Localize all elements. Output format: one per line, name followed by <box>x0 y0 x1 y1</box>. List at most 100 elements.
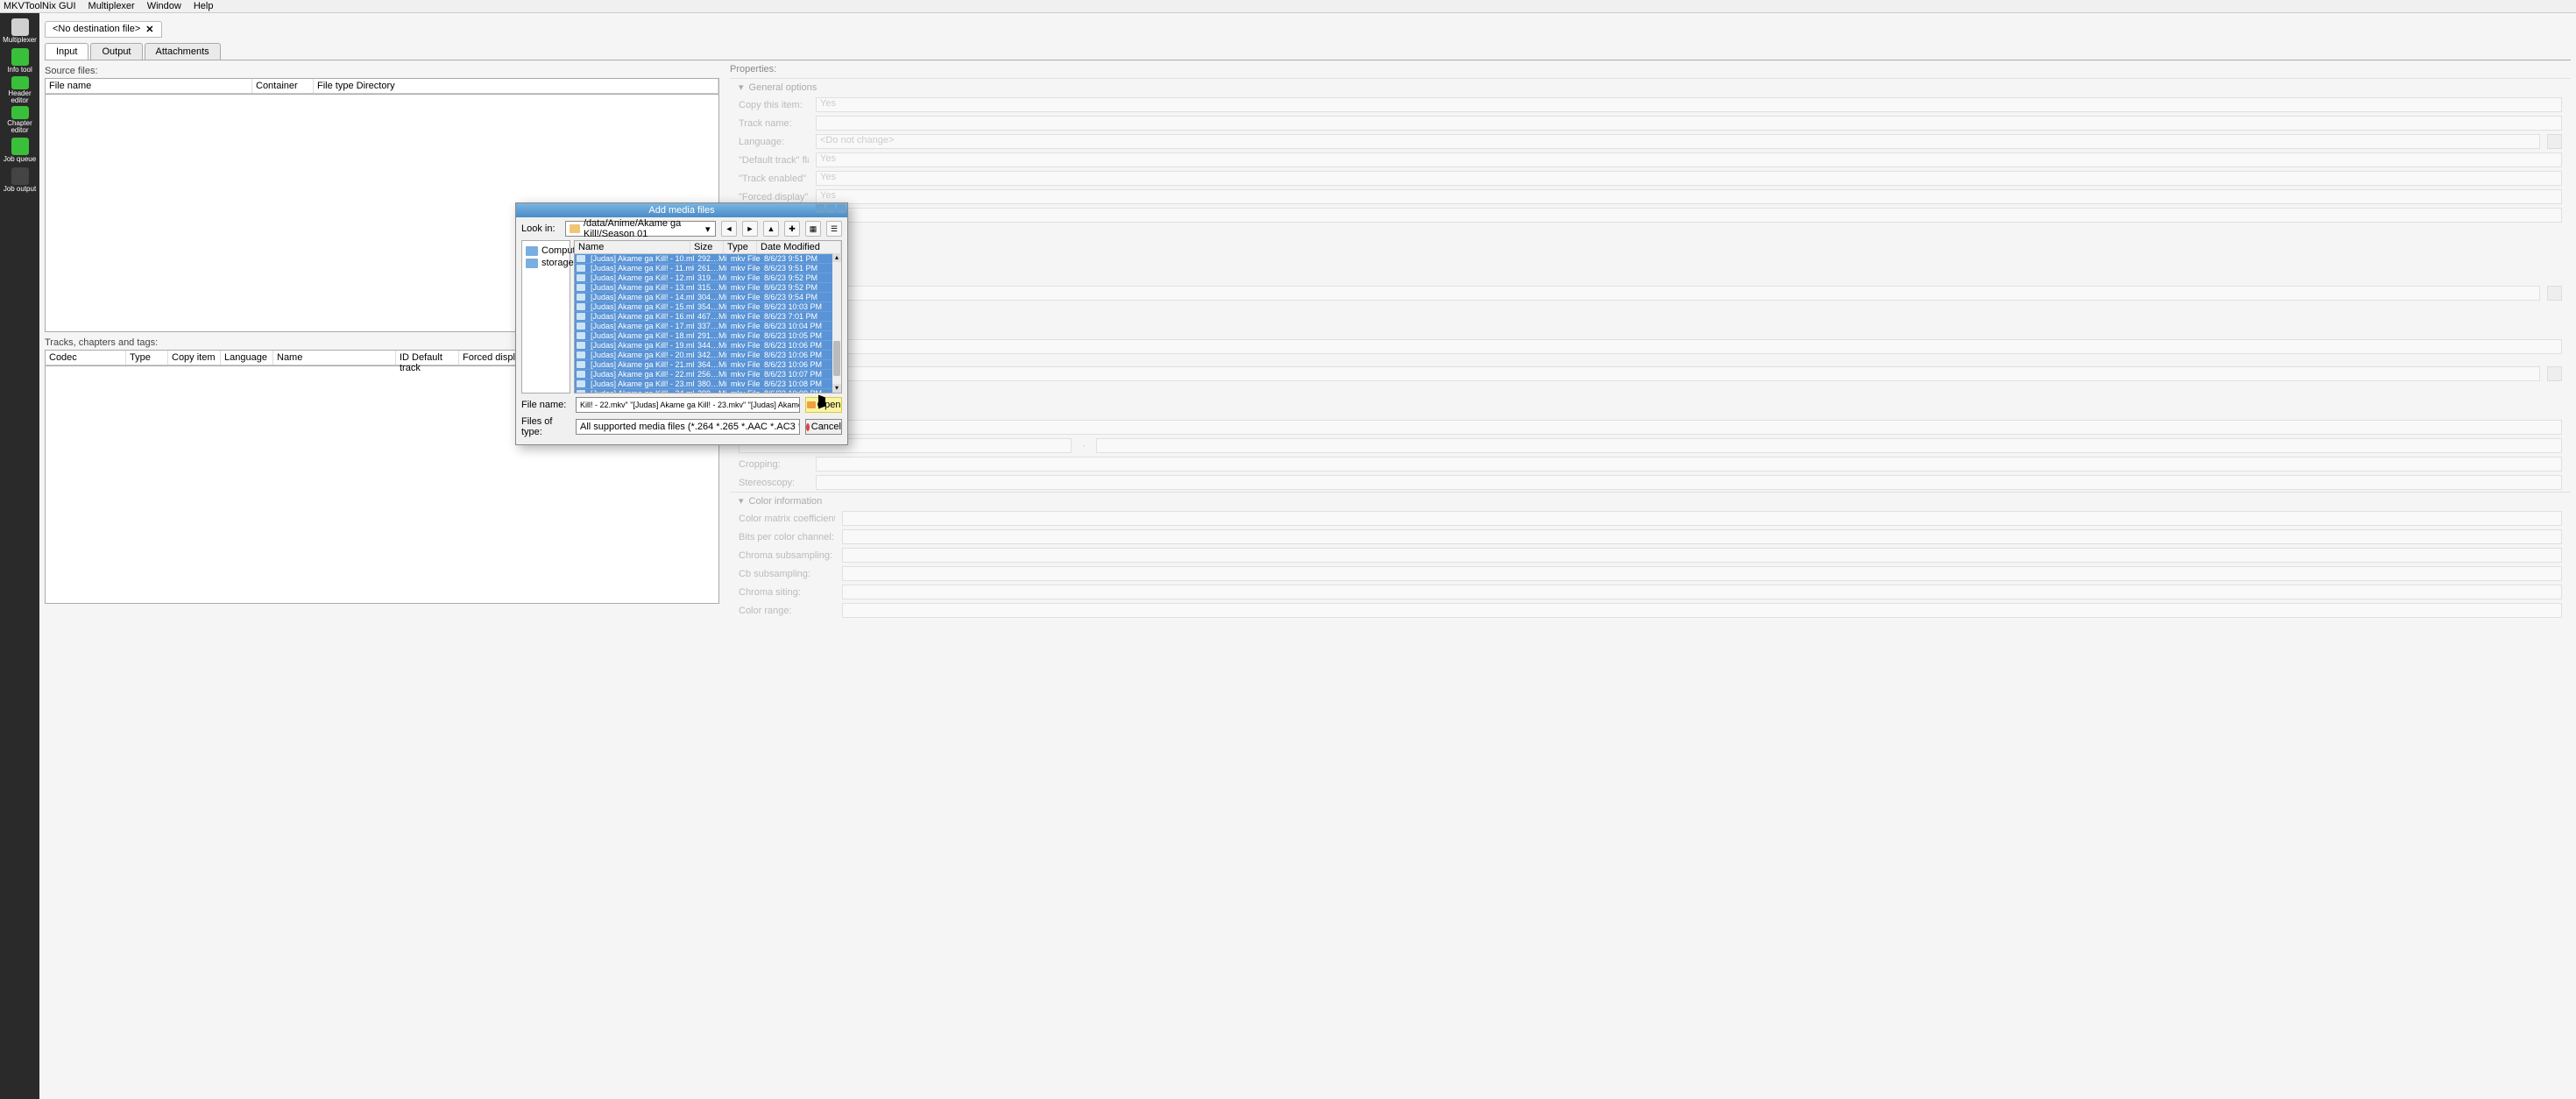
file-row[interactable]: [Judas] Akame ga Kill! - 18.mkv291…MiBmk… <box>575 331 841 341</box>
accordion-general[interactable]: ▾General options <box>730 78 2571 96</box>
close-icon[interactable] <box>837 204 846 213</box>
input-auto[interactable] <box>739 286 2540 301</box>
cancel-button[interactable]: Cancel <box>805 419 842 435</box>
file-row[interactable]: [Judas] Akame ga Kill! - 14.mkv304…MiBmk… <box>575 293 841 302</box>
input-language[interactable]: <Do not change> <box>816 134 2540 149</box>
scrollbar[interactable]: ▴ ▾ <box>832 253 841 393</box>
cell-date: 8/6/23 9:52 PM <box>761 283 841 292</box>
info-icon <box>11 48 29 66</box>
cell-type: mkv File <box>727 370 761 379</box>
input-generic-3[interactable] <box>739 420 2562 435</box>
open-button[interactable]: Open <box>805 397 842 413</box>
scroll-down-icon[interactable]: ▾ <box>832 384 841 393</box>
file-row[interactable]: [Judas] Akame ga Kill! - 10.mkv292…MiBmk… <box>575 254 841 264</box>
input-cb[interactable] <box>842 566 2562 581</box>
col-type[interactable]: Type <box>126 351 168 365</box>
file-row[interactable]: [Judas] Akame ga Kill! - 12.mkv319…MiBmk… <box>575 273 841 283</box>
input-hearing[interactable]: Yes <box>816 208 2562 223</box>
back-button[interactable]: ◄ <box>721 221 737 237</box>
dialog-titlebar[interactable]: Add media files <box>516 203 847 217</box>
file-row[interactable]: [Judas] Akame ga Kill! - 17.mkv337…MiBmk… <box>575 322 841 331</box>
col-type[interactable]: Type <box>724 241 757 253</box>
tool-chapter-editor[interactable]: Chapter editor <box>3 106 38 134</box>
input-cropping[interactable] <box>816 457 2562 472</box>
cell-name: [Judas] Akame ga Kill! - 20.mkv <box>587 351 694 359</box>
col-copy[interactable]: Copy item <box>168 351 221 365</box>
input-generic-1[interactable] <box>739 339 2562 354</box>
col-id[interactable]: ID Default track <box>396 351 459 365</box>
menu-multiplexer[interactable]: Multiplexer <box>88 1 135 11</box>
cell-date: 8/6/23 10:05 PM <box>761 331 841 340</box>
input-copy[interactable]: Yes <box>816 97 2562 112</box>
auto-button[interactable] <box>2547 286 2562 301</box>
input-bits[interactable] <box>842 529 2562 544</box>
new-folder-button[interactable]: ✚ <box>784 221 800 237</box>
input-generic-2[interactable] <box>739 366 2540 381</box>
file-row[interactable]: [Judas] Akame ga Kill! - 23.mkv380…MiBmk… <box>575 379 841 389</box>
col-name[interactable]: Name <box>575 241 690 253</box>
tool-info[interactable]: Info tool <box>3 46 38 74</box>
label-chroma: Chroma subsampling: <box>739 550 835 561</box>
language-picker-button[interactable] <box>2547 134 2562 149</box>
accordion-color[interactable]: ▾Color information <box>730 492 2571 509</box>
col-filename[interactable]: File name <box>46 79 252 93</box>
view-list-button[interactable]: ▦ <box>805 221 821 237</box>
file-list[interactable]: Name Size Type Date Modified [Judas] Aka… <box>574 240 842 394</box>
up-button[interactable]: ▲ <box>763 221 779 237</box>
col-name[interactable]: Name <box>273 351 396 365</box>
col-date[interactable]: Date Modified <box>757 241 841 253</box>
cell-name: [Judas] Akame ga Kill! - 14.mkv <box>587 293 694 301</box>
tab-output[interactable]: Output <box>90 43 142 60</box>
tab-attachments[interactable]: Attachments <box>145 43 221 60</box>
tool-job-output[interactable]: Job output <box>3 166 38 194</box>
forward-button[interactable]: ► <box>742 221 758 237</box>
tab-input[interactable]: Input <box>45 43 88 60</box>
place-computer[interactable]: Computer <box>524 245 568 257</box>
file-row[interactable]: [Judas] Akame ga Kill! - 15.mkv354…MiBmk… <box>575 302 841 312</box>
file-row[interactable]: [Judas] Akame ga Kill! - 11.mkv261…MiBmk… <box>575 264 841 273</box>
close-icon[interactable]: ✕ <box>145 24 153 35</box>
input-deftrack[interactable]: Yes <box>816 152 2562 167</box>
generic-button[interactable] <box>2547 366 2562 381</box>
input-generic-5[interactable] <box>1096 438 2562 453</box>
chevron-down-icon[interactable]: ▾ <box>704 223 711 235</box>
col-container[interactable]: Container <box>252 79 314 93</box>
filetype-combo[interactable]: All supported media files (*.264 *.265 *… <box>576 419 800 435</box>
col-codec[interactable]: Codec <box>46 351 126 365</box>
view-detail-button[interactable]: ☰ <box>826 221 842 237</box>
file-tab[interactable]: <No destination file> ✕ <box>45 21 162 38</box>
input-forced[interactable]: Yes <box>816 189 2562 204</box>
filename-input[interactable]: Kill! - 22.mkv" "[Judas] Akame ga Kill! … <box>576 397 800 413</box>
cell-size: 337…MiB <box>694 322 727 330</box>
scroll-up-icon[interactable]: ▴ <box>832 253 841 262</box>
place-storage[interactable]: storage <box>524 257 568 269</box>
input-chroma[interactable] <box>842 548 2562 563</box>
input-range[interactable] <box>842 603 2562 618</box>
file-row[interactable]: [Judas] Akame ga Kill! - 21.mkv364…MiBmk… <box>575 360 841 370</box>
menu-window[interactable]: Window <box>147 1 181 11</box>
file-row[interactable]: [Judas] Akame ga Kill! - 24.mkv399…MiBmk… <box>575 389 841 393</box>
menu-app[interactable]: MKVToolNix GUI <box>4 1 76 11</box>
tool-multiplexer[interactable]: Multiplexer <box>3 17 38 45</box>
menu-help[interactable]: Help <box>194 1 214 11</box>
menubar[interactable]: MKVToolNix GUI Multiplexer Window Help <box>0 0 2576 13</box>
input-trackname[interactable] <box>816 116 2562 131</box>
input-siting[interactable] <box>842 585 2562 599</box>
tool-header-editor[interactable]: Header editor <box>3 76 38 104</box>
file-row[interactable]: [Judas] Akame ga Kill! - 20.mkv342…MiBmk… <box>575 351 841 360</box>
file-row[interactable]: [Judas] Akame ga Kill! - 13.mkv315…MiBmk… <box>575 283 841 293</box>
tool-job-queue[interactable]: Job queue <box>3 136 38 164</box>
file-row[interactable]: [Judas] Akame ga Kill! - 16.mkv467…MiBmk… <box>575 312 841 322</box>
file-row[interactable]: [Judas] Akame ga Kill! - 22.mkv256…MiBmk… <box>575 370 841 379</box>
col-directory[interactable]: File type Directory <box>314 79 718 93</box>
input-stereo[interactable] <box>816 475 2562 490</box>
col-size[interactable]: Size <box>690 241 724 253</box>
input-matrix[interactable] <box>842 511 2562 526</box>
scroll-thumb[interactable] <box>833 341 840 376</box>
lookin-combo[interactable]: /data/Anime/Akame ga Kill!/Season 01 ▾ <box>565 221 716 237</box>
minimize-icon[interactable] <box>816 204 824 213</box>
file-row[interactable]: [Judas] Akame ga Kill! - 19.mkv344…MiBmk… <box>575 341 841 351</box>
maximize-icon[interactable] <box>826 204 835 213</box>
col-language[interactable]: Language <box>221 351 273 365</box>
input-enabled[interactable]: Yes <box>816 171 2562 186</box>
